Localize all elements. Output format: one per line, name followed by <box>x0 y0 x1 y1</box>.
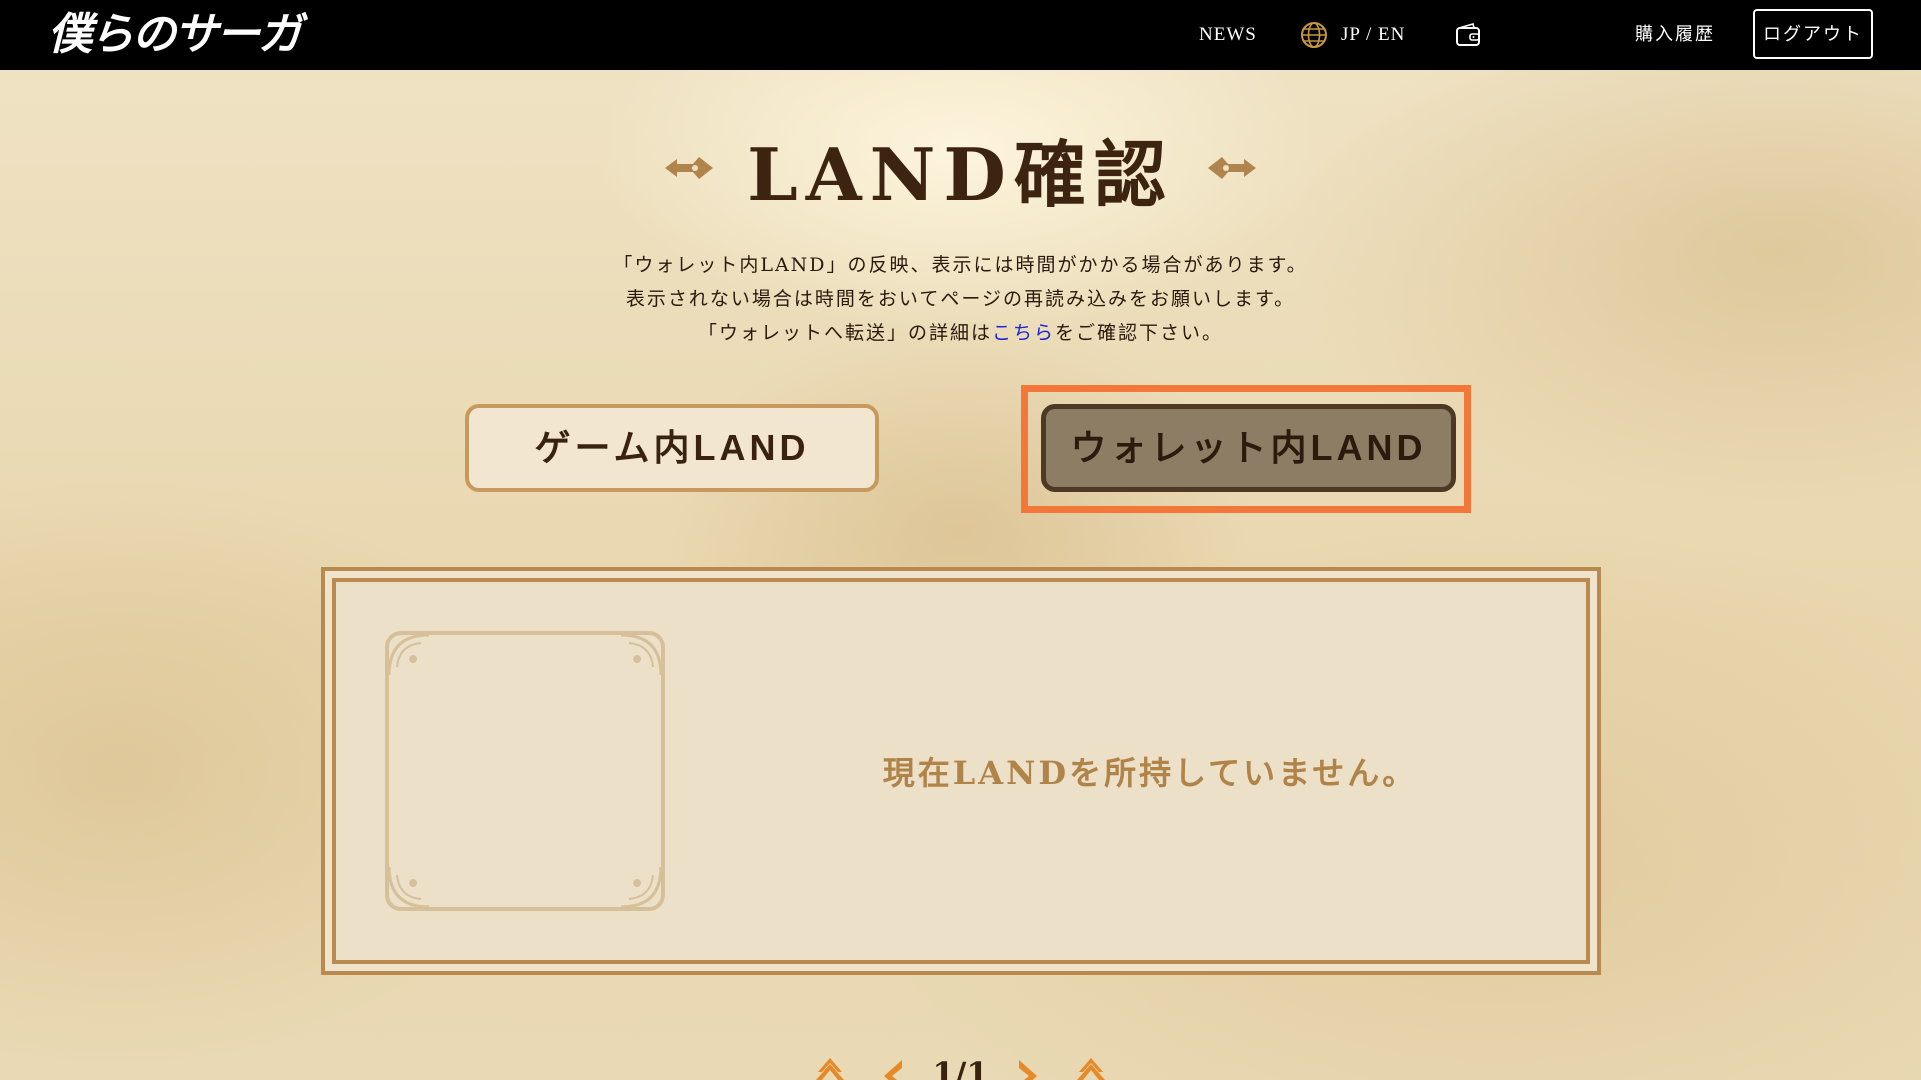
language-label[interactable]: JP / EN <box>1341 24 1405 46</box>
purchase-history-link[interactable]: 購入履歴 <box>1635 20 1715 50</box>
language-switcher[interactable]: JP / EN <box>1299 20 1405 50</box>
notice-text: 「ウォレット内LAND」の反映、表示には時間がかかる場合があります。 表示されな… <box>0 248 1921 350</box>
site-logo[interactable]: 僕らのサーガ <box>48 10 302 60</box>
prev-page-icon[interactable] <box>870 1054 914 1080</box>
top-navigation-bar: 僕らのサーガ NEWS JP / EN 購入履歴 ログアウト <box>0 0 1921 70</box>
notice-line-3-prefix: 「ウォレットへ転送」の詳細は <box>697 322 992 344</box>
last-page-icon[interactable] <box>1069 1054 1113 1080</box>
notice-line-3-suffix: をご確認下さい。 <box>1055 322 1224 344</box>
notice-line-2: 表示されない場合は時間をおいてページの再読み込みをお願いします。 <box>625 288 1296 310</box>
details-link[interactable]: こちら <box>992 322 1055 344</box>
page-title-row: LAND確認 <box>0 118 1921 218</box>
pagination: 1/1 <box>0 1054 1921 1080</box>
wallet-icon[interactable] <box>1454 22 1482 50</box>
globe-icon <box>1301 22 1327 48</box>
arrow-ornament-right-icon <box>1207 157 1256 179</box>
first-page-icon[interactable] <box>808 1054 852 1080</box>
logout-button[interactable]: ログアウト <box>1753 9 1873 59</box>
news-link[interactable]: NEWS <box>1199 20 1257 50</box>
arrow-ornament-left-icon <box>665 157 714 179</box>
notice-line-3: 「ウォレットへ転送」の詳細はこちらをご確認下さい。 <box>0 316 1921 350</box>
tab-wallet-land[interactable]: ウォレット内LAND <box>1041 404 1456 492</box>
page-title: LAND確認 <box>747 131 1174 217</box>
empty-land-message: 現在LANDを所持していません。 <box>882 754 1418 792</box>
notice-line-1: 「ウォレット内LAND」の反映、表示には時間がかかる場合があります。 <box>613 254 1308 276</box>
next-page-icon[interactable] <box>1007 1054 1051 1080</box>
tab-game-land[interactable]: ゲーム内LAND <box>465 404 879 492</box>
page-indicator: 1/1 <box>932 1055 989 1080</box>
land-thumbnail-placeholder <box>385 631 665 911</box>
